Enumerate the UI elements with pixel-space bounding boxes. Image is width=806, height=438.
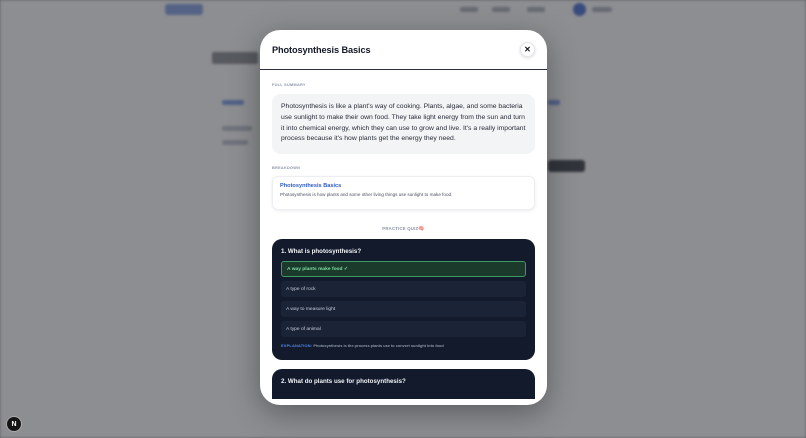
framework-badge-letter: N	[11, 420, 17, 428]
breakdown-card: Photosynthesis Basics Photosynthesis is …	[272, 176, 535, 210]
brain-icon: 🧠	[418, 226, 425, 232]
breakdown-text: Photosynthesis is how plants and some ot…	[280, 192, 453, 197]
practice-quiz-label: PRACTICE QUIZ🧠	[272, 226, 535, 232]
question-title: 2. What do plants use for photosynthesis…	[281, 378, 406, 385]
close-icon: ✕	[524, 44, 531, 54]
quiz-question-card: 1. What is photosynthesis? A way plants …	[272, 239, 535, 360]
summary-modal: Photosynthesis Basics ✕ FULL SUMMARY Pho…	[260, 30, 547, 405]
modal-header: Photosynthesis Basics ✕	[260, 30, 547, 70]
modal-body[interactable]: FULL SUMMARY Photosynthesis is like a pl…	[260, 83, 547, 399]
answer-option-correct[interactable]: A way plants make food ✓	[281, 261, 526, 277]
modal-title: Photosynthesis Basics	[272, 44, 371, 55]
close-button[interactable]: ✕	[520, 42, 535, 57]
summary-text: Photosynthesis is like a plant's way of …	[272, 94, 535, 154]
practice-quiz-label-text: PRACTICE QUIZ	[382, 226, 419, 231]
breakdown-label: BREAKDOWN	[272, 166, 301, 170]
framework-badge[interactable]: N	[7, 417, 21, 431]
answer-explanation: EXPLANATION: Photosynthesis is the proce…	[281, 343, 526, 348]
answer-option[interactable]: A way to measure light	[281, 301, 526, 317]
summary-label: FULL SUMMARY	[272, 83, 306, 87]
quiz-question-card: 2. What do plants use for photosynthesis…	[272, 369, 535, 399]
explanation-text: Photosynthesis is the process plants use…	[313, 343, 444, 348]
answer-option[interactable]: A type of rock	[281, 281, 526, 297]
question-title: 1. What is photosynthesis?	[281, 248, 362, 255]
explanation-label: EXPLANATION:	[281, 343, 313, 348]
breakdown-title: Photosynthesis Basics	[280, 183, 342, 189]
answer-option[interactable]: A type of animal	[281, 321, 526, 337]
